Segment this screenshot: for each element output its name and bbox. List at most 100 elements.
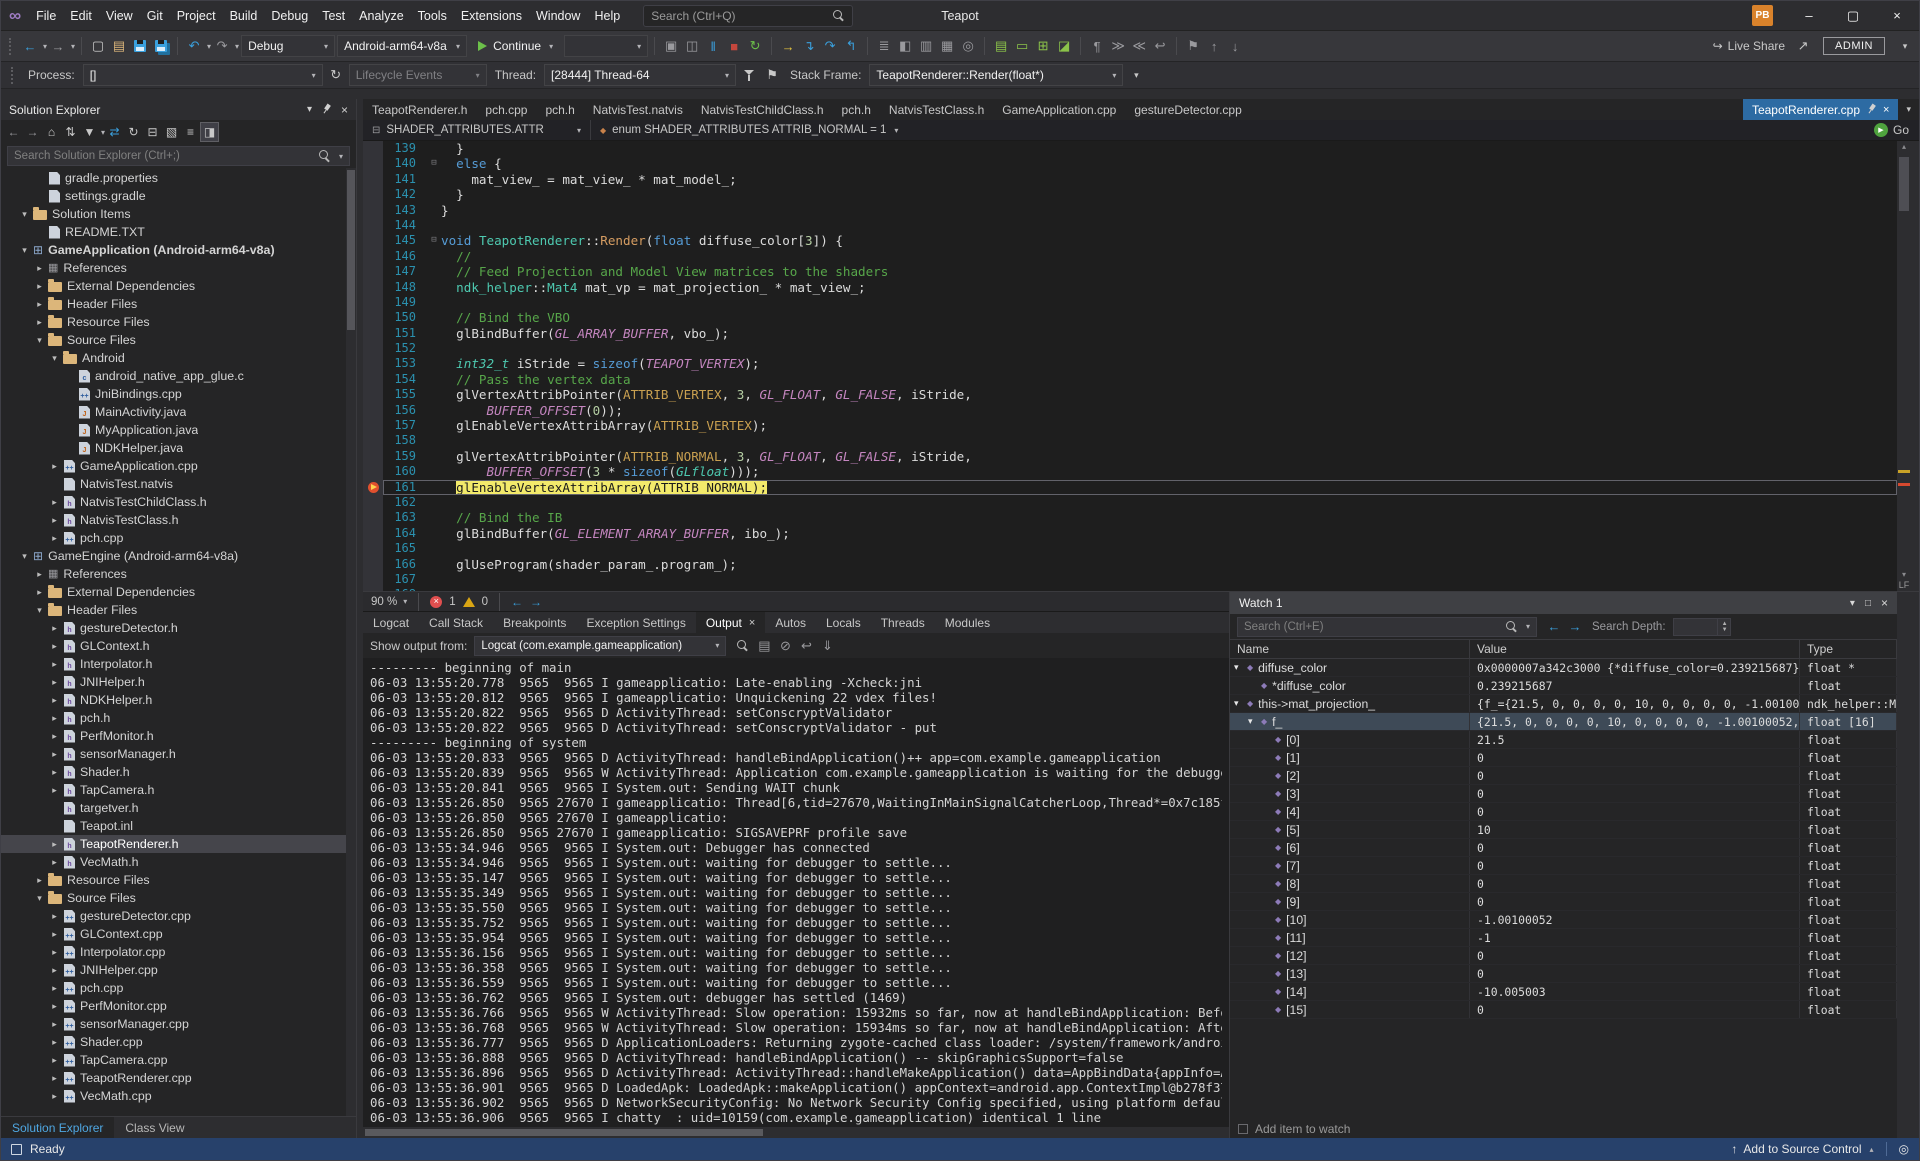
- tree-item[interactable]: ▸ Header Files: [1, 295, 356, 313]
- output-horizontal-scrollbar[interactable]: [363, 1127, 1229, 1138]
- admin-button[interactable]: ADMIN: [1823, 37, 1885, 55]
- expander-icon[interactable]: ▸: [48, 1019, 61, 1030]
- expander-icon[interactable]: ▾: [1234, 698, 1246, 709]
- chevron-down-icon[interactable]: ▾: [339, 152, 343, 161]
- tree-item[interactable]: ▸ ++ VecMath.cpp: [1, 1087, 356, 1105]
- watch-row[interactable]: ◆ [3] 0 float: [1230, 785, 1897, 803]
- thread-dropdown[interactable]: [28444] Thread-64 ▾: [544, 64, 737, 86]
- code-line[interactable]: 140 ⊟ else {: [363, 156, 1897, 172]
- save-icon[interactable]: [130, 35, 150, 57]
- tree-item[interactable]: ▸ ▦ References: [1, 565, 356, 583]
- tree-item[interactable]: ▸ ++ JNIHelper.cpp: [1, 961, 356, 979]
- tree-item[interactable]: J MainActivity.java: [1, 403, 356, 421]
- expander-icon[interactable]: ▾: [48, 353, 61, 364]
- tree-item[interactable]: ▾ Source Files: [1, 889, 356, 907]
- navigate-backward-icon[interactable]: ←: [20, 35, 40, 57]
- menu-window[interactable]: Window: [529, 5, 587, 27]
- toolbar-grip[interactable]: [9, 37, 14, 55]
- expander-icon[interactable]: ▸: [48, 659, 61, 670]
- expander-icon[interactable]: ▸: [48, 695, 61, 706]
- step-out-icon[interactable]: ↰: [841, 35, 861, 57]
- solution-configuration-dropdown[interactable]: Debug ▾: [241, 35, 336, 57]
- memory-window-icon[interactable]: ▥: [916, 35, 936, 57]
- menu-edit[interactable]: Edit: [63, 5, 99, 27]
- expander-icon[interactable]: ▸: [48, 839, 61, 850]
- se-show-all-files-icon[interactable]: ▧: [162, 122, 181, 142]
- tree-item[interactable]: ▾ ⊞ GameEngine (Android-arm64-v8a): [1, 547, 356, 565]
- code-line[interactable]: 146 //: [363, 248, 1897, 265]
- add-to-source-control-button[interactable]: ↑ Add to Source Control ▴: [1731, 1142, 1873, 1156]
- breakpoint-margin[interactable]: [363, 171, 383, 188]
- go-button[interactable]: ▶ Go: [1864, 123, 1919, 137]
- breakpoint-margin[interactable]: [363, 341, 383, 357]
- screenshot-icon[interactable]: ◫: [682, 35, 702, 57]
- tree-item[interactable]: ▸ ++ pch.cpp: [1, 979, 356, 997]
- tree-item[interactable]: ▾ Source Files: [1, 331, 356, 349]
- se-collapse-all-icon[interactable]: ⊟: [143, 122, 162, 142]
- column-header-name[interactable]: Name: [1230, 640, 1470, 658]
- command-window-icon[interactable]: ◧: [895, 35, 915, 57]
- tree-item[interactable]: ▸ h Interpolator.h: [1, 655, 356, 673]
- se-home-icon[interactable]: ⌂: [42, 122, 61, 142]
- watch-row[interactable]: ◆ [7] 0 float: [1230, 857, 1897, 875]
- code-line[interactable]: 156 BUFFER_OFFSET(0));: [363, 402, 1897, 419]
- editor-tab-gesturedetector-cpp[interactable]: gestureDetector.cpp: [1125, 99, 1250, 120]
- expander-icon[interactable]: ▸: [48, 713, 61, 724]
- expander-icon[interactable]: ▾: [18, 209, 31, 220]
- code-line[interactable]: 139 }: [363, 141, 1897, 157]
- window-position-icon[interactable]: ▾: [307, 104, 312, 115]
- panel-tab-modules[interactable]: Modules: [935, 612, 1000, 633]
- expander-icon[interactable]: ▸: [48, 1037, 61, 1048]
- flag-threads-icon[interactable]: ⚑: [762, 64, 782, 86]
- tree-item[interactable]: README.TXT: [1, 223, 356, 241]
- tree-item[interactable]: ▸ ++ sensorManager.cpp: [1, 1015, 356, 1033]
- expander-icon[interactable]: ▸: [48, 785, 61, 796]
- maximize-button[interactable]: ▢: [1831, 1, 1875, 30]
- user-avatar[interactable]: PB: [1752, 5, 1773, 26]
- watch-row[interactable]: ▾ ◆ f_ {21.5, 0, 0, 0, 0, 10, 0, 0, 0, 0, -…: [1230, 713, 1897, 731]
- tree-item[interactable]: ▾ Android: [1, 349, 356, 367]
- android-logcat-icon[interactable]: ▤: [991, 35, 1011, 57]
- code-line[interactable]: 151 glBindBuffer(GL_ARRAY_BUFFER, vbo_);: [363, 325, 1897, 342]
- tree-item[interactable]: settings.gradle: [1, 187, 356, 205]
- navigate-backward-icon-dropdown[interactable]: ▾: [43, 42, 47, 51]
- editor-tab-natvistest-natvis[interactable]: NatvisTest.natvis: [584, 99, 692, 120]
- output-source-dropdown[interactable]: Logcat (com.example.gameapplication) ▾: [474, 635, 727, 656]
- breakpoint-margin[interactable]: [363, 156, 383, 172]
- menu-git[interactable]: Git: [140, 5, 170, 27]
- panel-tab-locals[interactable]: Locals: [816, 612, 871, 633]
- breakpoint-margin[interactable]: [363, 556, 383, 572]
- member-dropdown[interactable]: ◆ enum SHADER_ATTRIBUTES ATTRIB_NORMAL =…: [591, 120, 907, 140]
- solution-platform-dropdown[interactable]: Android-arm64-v8a ▾: [337, 35, 468, 57]
- next-issue-icon[interactable]: →: [530, 595, 542, 609]
- tree-item[interactable]: ▸ Resource Files: [1, 313, 356, 331]
- se-switch-views-icon[interactable]: ⇅: [61, 122, 80, 142]
- android-avd-manager-icon[interactable]: ◪: [1054, 35, 1074, 57]
- break-all-icon[interactable]: ‖: [703, 35, 723, 57]
- breakpoint-margin[interactable]: [363, 264, 383, 280]
- fold-icon[interactable]: ⊟: [427, 233, 441, 248]
- breakpoint-margin[interactable]: [363, 418, 383, 434]
- expander-icon[interactable]: ▾: [18, 245, 31, 256]
- tree-item[interactable]: ▸ h sensorManager.h: [1, 745, 356, 763]
- breakpoint-margin[interactable]: [363, 494, 383, 511]
- code-line[interactable]: 154 // Pass the vertex data: [363, 371, 1897, 388]
- menu-analyze[interactable]: Analyze: [352, 5, 410, 27]
- watch-row[interactable]: ◆ [2] 0 float: [1230, 767, 1897, 785]
- menu-view[interactable]: View: [99, 5, 140, 27]
- tree-item[interactable]: ▸ h Shader.h: [1, 763, 356, 781]
- expander-icon[interactable]: ▸: [48, 461, 61, 472]
- chevron-down-icon[interactable]: ▾: [1526, 622, 1530, 631]
- expander-icon[interactable]: ▸: [48, 929, 61, 940]
- solution-explorer-title-bar[interactable]: Solution Explorer ▾ ×: [1, 99, 356, 120]
- breakpoint-margin[interactable]: [363, 356, 383, 372]
- expander-icon[interactable]: ▾: [1248, 716, 1260, 727]
- expander-icon[interactable]: ▸: [48, 983, 61, 994]
- expander-icon[interactable]: ▸: [33, 299, 46, 310]
- warning-count[interactable]: 0: [482, 596, 488, 608]
- code-line[interactable]: 165: [363, 541, 1897, 557]
- scrollbar-thumb[interactable]: [1899, 157, 1909, 211]
- breakpoint-margin[interactable]: [363, 371, 383, 388]
- open-file-icon[interactable]: ▤: [109, 35, 129, 57]
- show-next-statement-icon[interactable]: →: [778, 35, 798, 57]
